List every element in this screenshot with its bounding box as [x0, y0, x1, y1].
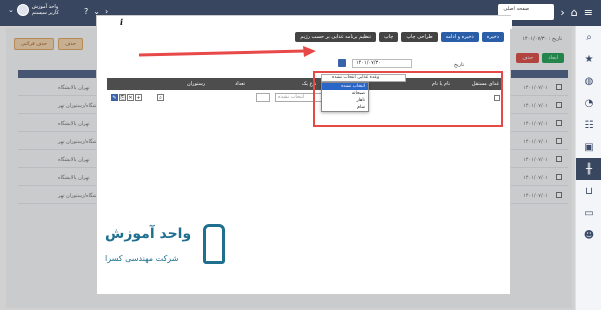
search-icon[interactable]: ⌕	[576, 26, 601, 48]
bag-icon[interactable]: ▣	[576, 136, 601, 158]
right-sidebar: ⌕ ★ ◍ ◔ ☷ ▣ ╫ ⊔ ▭ ☻	[575, 26, 601, 310]
delete-icon[interactable]: ✕	[127, 94, 134, 101]
user-role: کاربر سیستم	[31, 10, 59, 16]
bus-icon[interactable]: ▭	[576, 202, 601, 224]
person-icon[interactable]: ☻	[576, 224, 601, 246]
highlight-box	[313, 71, 503, 127]
logo-icon	[203, 224, 225, 264]
watermark-logo: واحد آموزش شرکت مهندسی کسرا	[105, 224, 235, 284]
copy-icon[interactable]: ⎘	[119, 94, 126, 101]
star-icon[interactable]: ★	[576, 48, 601, 70]
quantity-input[interactable]	[256, 93, 270, 102]
watermark-title: واحد آموزش	[105, 226, 192, 242]
avatar	[16, 4, 29, 16]
edit-icon[interactable]: ✎	[111, 94, 118, 101]
meal-plan-dialog: i تنظیم برنامه غذایی بر حسب رژیم چاپ طرا…	[96, 15, 512, 295]
col-restaurant: رستوران	[187, 81, 206, 87]
add-icon[interactable]: +	[135, 94, 142, 101]
calendar-icon[interactable]	[338, 59, 346, 67]
watermark-subtitle: شرکت مهندسی کسرا	[105, 254, 179, 263]
col-qty: تعداد	[235, 81, 246, 87]
date-input[interactable]: ۱۴۰۱/۰۷/۳۰	[352, 59, 412, 68]
group-icon[interactable]: ☷	[576, 114, 601, 136]
restaurant-icon[interactable]: ╫	[576, 158, 601, 180]
help-icon[interactable]: ?	[84, 7, 88, 16]
print-button[interactable]: چاپ	[378, 32, 399, 42]
meal-form: تاریخ ۱۴۰۱/۰۷/۳۰ غذای مستقل نام یا نام ن…	[107, 59, 503, 132]
search-icon[interactable]: ⌕	[157, 94, 164, 101]
dialog-toolbar: تنظیم برنامه غذایی بر حسب رژیم چاپ طراحی…	[295, 32, 504, 42]
date-label: تاریخ	[454, 62, 464, 68]
menu-icon[interactable]: ≡	[584, 6, 593, 19]
chart-icon[interactable]: ◔	[576, 92, 601, 114]
info-icon[interactable]: i	[120, 17, 123, 27]
home-icon[interactable]: ⌂	[571, 6, 578, 19]
forward-icon[interactable]: ›	[560, 6, 564, 19]
print-layout-button[interactable]: طراحی چاپ	[401, 32, 438, 42]
chevron-down-icon[interactable]: ⌄	[8, 6, 14, 14]
user-menu[interactable]: ⌄ واحد آموزش کاربر سیستم	[8, 4, 59, 16]
save-button[interactable]: ذخیره	[481, 32, 504, 42]
pointer-arrow-icon	[138, 46, 316, 57]
cart-icon[interactable]: ⊔	[576, 180, 601, 202]
save-and-continue-button[interactable]: ذخیره و ادامه	[440, 32, 479, 42]
arrange-by-diet-button[interactable]: تنظیم برنامه غذایی بر حسب رژیم	[295, 32, 376, 42]
globe-icon[interactable]: ◍	[576, 70, 601, 92]
